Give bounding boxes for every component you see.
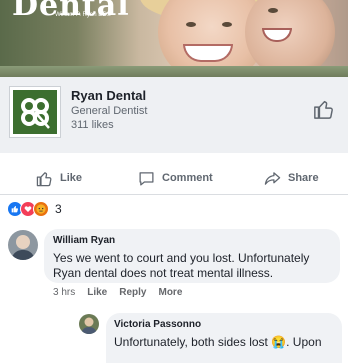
comment-time: 3 hrs [53,287,76,298]
reaction-count: 3 [55,202,62,216]
avatar[interactable] [79,314,99,334]
cover-logo-subtitle: William P. Ryan DDS [55,12,111,18]
comment-reply-link[interactable]: Reply [119,287,146,298]
avatar[interactable] [8,230,38,260]
comment-author[interactable]: William Ryan [53,235,331,246]
comment-icon [139,171,154,186]
reply-author[interactable]: Victoria Passonno [114,319,334,330]
cover-eye [186,22,196,27]
cover-eye [268,8,278,13]
page-name[interactable]: Ryan Dental [71,88,146,103]
post-action-bar: Like Comment Share [0,162,348,195]
share-action-label: Share [288,172,319,184]
comment-action-label: Comment [162,172,213,184]
thumbs-up-icon [36,171,52,186]
cover-shade [0,66,348,77]
cover-photo[interactable]: Dental William P. Ryan DDS [0,0,348,77]
comment-bubble: William Ryan Yes we went to court and yo… [44,229,340,283]
profile-photo-icon [8,230,38,260]
comment-meta: 3 hrs Like Reply More [53,287,182,298]
angry-reaction-icon [33,201,49,217]
profile-photo-icon [79,314,99,334]
like-action-label: Like [60,172,83,184]
comment-action-button[interactable]: Comment [138,168,213,188]
page-likes-count: 311 likes [71,119,114,131]
reply-bubble: Victoria Passonno Unfortunately, both si… [106,313,342,363]
share-icon [264,171,281,185]
cover-eye [222,22,232,27]
like-action-button[interactable]: Like [36,168,82,188]
page-category: General Dentist [71,105,148,117]
share-action-button[interactable]: Share [264,168,319,188]
reactions-summary[interactable]: 3 [7,201,62,217]
page-card[interactable]: Ryan Dental General Dentist 311 likes [0,77,348,153]
comment-more-link[interactable]: More [158,287,182,298]
comment-text: Yes we went to court and you lost. Unfor… [53,251,310,280]
thumbs-up-icon[interactable] [313,98,335,120]
page-avatar[interactable] [9,86,61,138]
comment-like-link[interactable]: Like [87,287,107,298]
clover-logo-icon [13,90,57,134]
